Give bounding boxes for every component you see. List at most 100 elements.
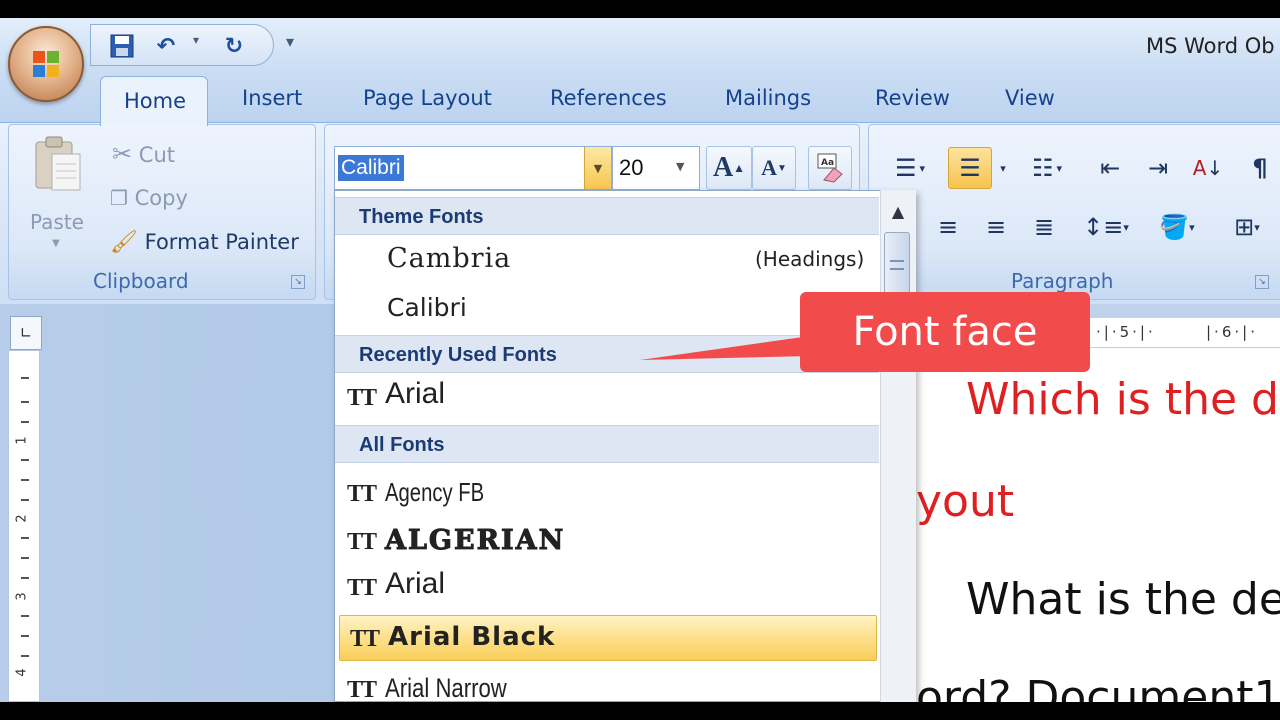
office-logo-icon	[33, 51, 59, 77]
tab-view[interactable]: View	[1005, 86, 1055, 110]
font-option-agency-fb[interactable]: TT Agency FB	[337, 471, 877, 519]
document-line: yout	[916, 476, 1015, 527]
ruler-mark: 6	[1221, 323, 1235, 341]
sort-icon[interactable]: A ↓	[1186, 147, 1230, 189]
qat-customize-button[interactable]: ▾	[286, 32, 294, 51]
align-right-icon[interactable]: ≡	[974, 206, 1018, 248]
paragraph-group-label: Paragraph	[1011, 269, 1114, 293]
tab-review[interactable]: Review	[875, 86, 950, 110]
show-hide-icon[interactable]: ¶	[1240, 147, 1280, 189]
vertical-ruler: 1 2 3 4	[8, 350, 40, 702]
font-option-label: ALGERIAN	[384, 525, 566, 557]
ruler-mark: 3	[14, 592, 30, 601]
font-option-label: Cambria	[387, 243, 512, 274]
tab-references[interactable]: References	[550, 86, 667, 110]
font-size-value: 20	[619, 155, 644, 180]
window-title: MS Word Ob	[1146, 34, 1275, 58]
scroll-up-icon[interactable]: ▲	[880, 196, 916, 226]
font-option-calibri[interactable]: Calibri	[337, 287, 877, 335]
truetype-icon: TT	[347, 677, 377, 702]
increase-indent-icon[interactable]: ⇥	[1138, 147, 1178, 189]
borders-icon[interactable]: ⊞ ▾	[1216, 206, 1278, 248]
undo-dropdown-icon[interactable]: ▾	[193, 33, 199, 47]
all-fonts-header: All Fonts	[335, 425, 879, 463]
multilevel-list-icon[interactable]: ☷ ▾	[1018, 147, 1076, 189]
tab-selector-button[interactable]: ∟	[10, 316, 42, 350]
redo-icon[interactable]: ↻	[219, 31, 249, 61]
numbering-dropdown-icon[interactable]: ▾	[994, 147, 1012, 189]
format-painter-button[interactable]: 🖌 Format Painter	[110, 230, 299, 255]
scissors-icon: ✂	[112, 140, 133, 168]
font-name-combobox[interactable]: Calibri	[334, 146, 612, 190]
font-face-callout: Font face	[800, 292, 1090, 372]
quick-access-toolbar: ↶ ▾ ↻	[90, 24, 274, 66]
font-size-combobox[interactable]: 20	[612, 146, 700, 190]
line-spacing-icon[interactable]: ↕≡ ▾	[1076, 206, 1136, 248]
copy-label: Copy	[134, 186, 188, 210]
font-option-label: Arial	[385, 377, 446, 410]
tab-home-label: Home	[124, 89, 187, 113]
ruler-mark: 2	[14, 514, 30, 523]
align-center-icon[interactable]: ≡	[926, 206, 970, 248]
shrink-font-icon[interactable]: A ▼	[752, 146, 796, 190]
cut-button[interactable]: ✂ Cut	[112, 140, 175, 168]
save-icon[interactable]	[107, 31, 137, 61]
clipboard-group-label: Clipboard	[93, 269, 189, 293]
font-name-dropdown-button[interactable]: ▼	[584, 147, 611, 189]
justify-icon[interactable]: ≣	[1022, 206, 1066, 248]
word-window: ↶ ▾ ↻ ▾ MS Word Ob Insert Page Layout Re…	[0, 0, 1280, 720]
format-painter-label: Format Painter	[144, 230, 299, 254]
cut-label: Cut	[138, 143, 176, 167]
letterbox-bottom	[0, 702, 1280, 720]
grow-font-icon[interactable]: A ▲	[706, 146, 752, 190]
ruler-mark: 1	[14, 436, 30, 445]
decrease-indent-icon[interactable]: ⇤	[1090, 147, 1130, 189]
font-option-arial[interactable]: TT Arial	[337, 565, 877, 613]
office-button[interactable]	[8, 26, 84, 102]
svg-text:Aa: Aa	[821, 158, 834, 168]
font-size-dropdown-icon[interactable]: ▼	[676, 160, 684, 173]
paste-dropdown-icon[interactable]: ▼	[52, 238, 60, 249]
paste-icon[interactable]	[34, 134, 84, 194]
theme-fonts-header: Theme Fonts	[335, 197, 879, 235]
paragraph-dialog-launcher[interactable]: ↘	[1255, 275, 1269, 289]
font-option-label: Agency FB	[385, 477, 485, 507]
tab-page-layout[interactable]: Page Layout	[363, 86, 492, 110]
copy-icon: ❐	[110, 186, 128, 210]
truetype-icon: TT	[347, 481, 377, 507]
font-option-label: Arial Black	[388, 622, 556, 652]
font-name-value: Calibri	[338, 155, 404, 181]
callout-pointer	[640, 336, 810, 360]
numbering-icon[interactable]: ☰	[948, 147, 992, 189]
copy-button[interactable]: ❐ Copy	[110, 186, 188, 210]
font-option-algerian[interactable]: TT ALGERIAN	[337, 519, 877, 567]
brush-icon: 🖌	[110, 230, 138, 255]
ruler-mark: 4	[14, 668, 30, 677]
font-option-label: Calibri	[387, 293, 467, 322]
undo-icon[interactable]: ↶	[151, 31, 181, 61]
tab-home[interactable]: Home	[100, 76, 208, 126]
letterbox-top	[0, 0, 1280, 18]
font-option-arial-black[interactable]: TT Arial Black	[339, 615, 877, 661]
font-option-arial-recent[interactable]: TT Arial	[337, 375, 877, 423]
chevron-down-icon: ▼	[593, 161, 603, 175]
paste-button[interactable]: Paste	[30, 210, 84, 234]
font-option-arial-narrow[interactable]: TT Arial Narrow	[337, 667, 877, 702]
bullets-icon[interactable]: ☰ ▾	[880, 147, 940, 189]
tab-mailings[interactable]: Mailings	[725, 86, 811, 110]
clipboard-dialog-launcher[interactable]: ↘	[291, 275, 305, 289]
truetype-icon: TT	[347, 385, 377, 411]
document-line: Which is the d	[966, 374, 1279, 425]
font-dropdown-list: Theme Fonts Cambria (Headings) Calibri R…	[334, 190, 916, 702]
tab-insert[interactable]: Insert	[242, 86, 302, 110]
clear-formatting-icon[interactable]: Aa	[808, 146, 852, 190]
callout-text: Font face	[852, 309, 1038, 355]
ruler-mark: 5	[1119, 323, 1133, 341]
truetype-icon: TT	[347, 575, 377, 601]
truetype-icon: TT	[350, 626, 380, 652]
font-option-cambria[interactable]: Cambria (Headings)	[337, 237, 877, 285]
shading-icon[interactable]: 🪣 ▾	[1146, 206, 1208, 248]
document-line: What is the de	[966, 574, 1280, 625]
truetype-icon: TT	[347, 529, 377, 555]
font-option-label: Arial	[385, 567, 446, 600]
